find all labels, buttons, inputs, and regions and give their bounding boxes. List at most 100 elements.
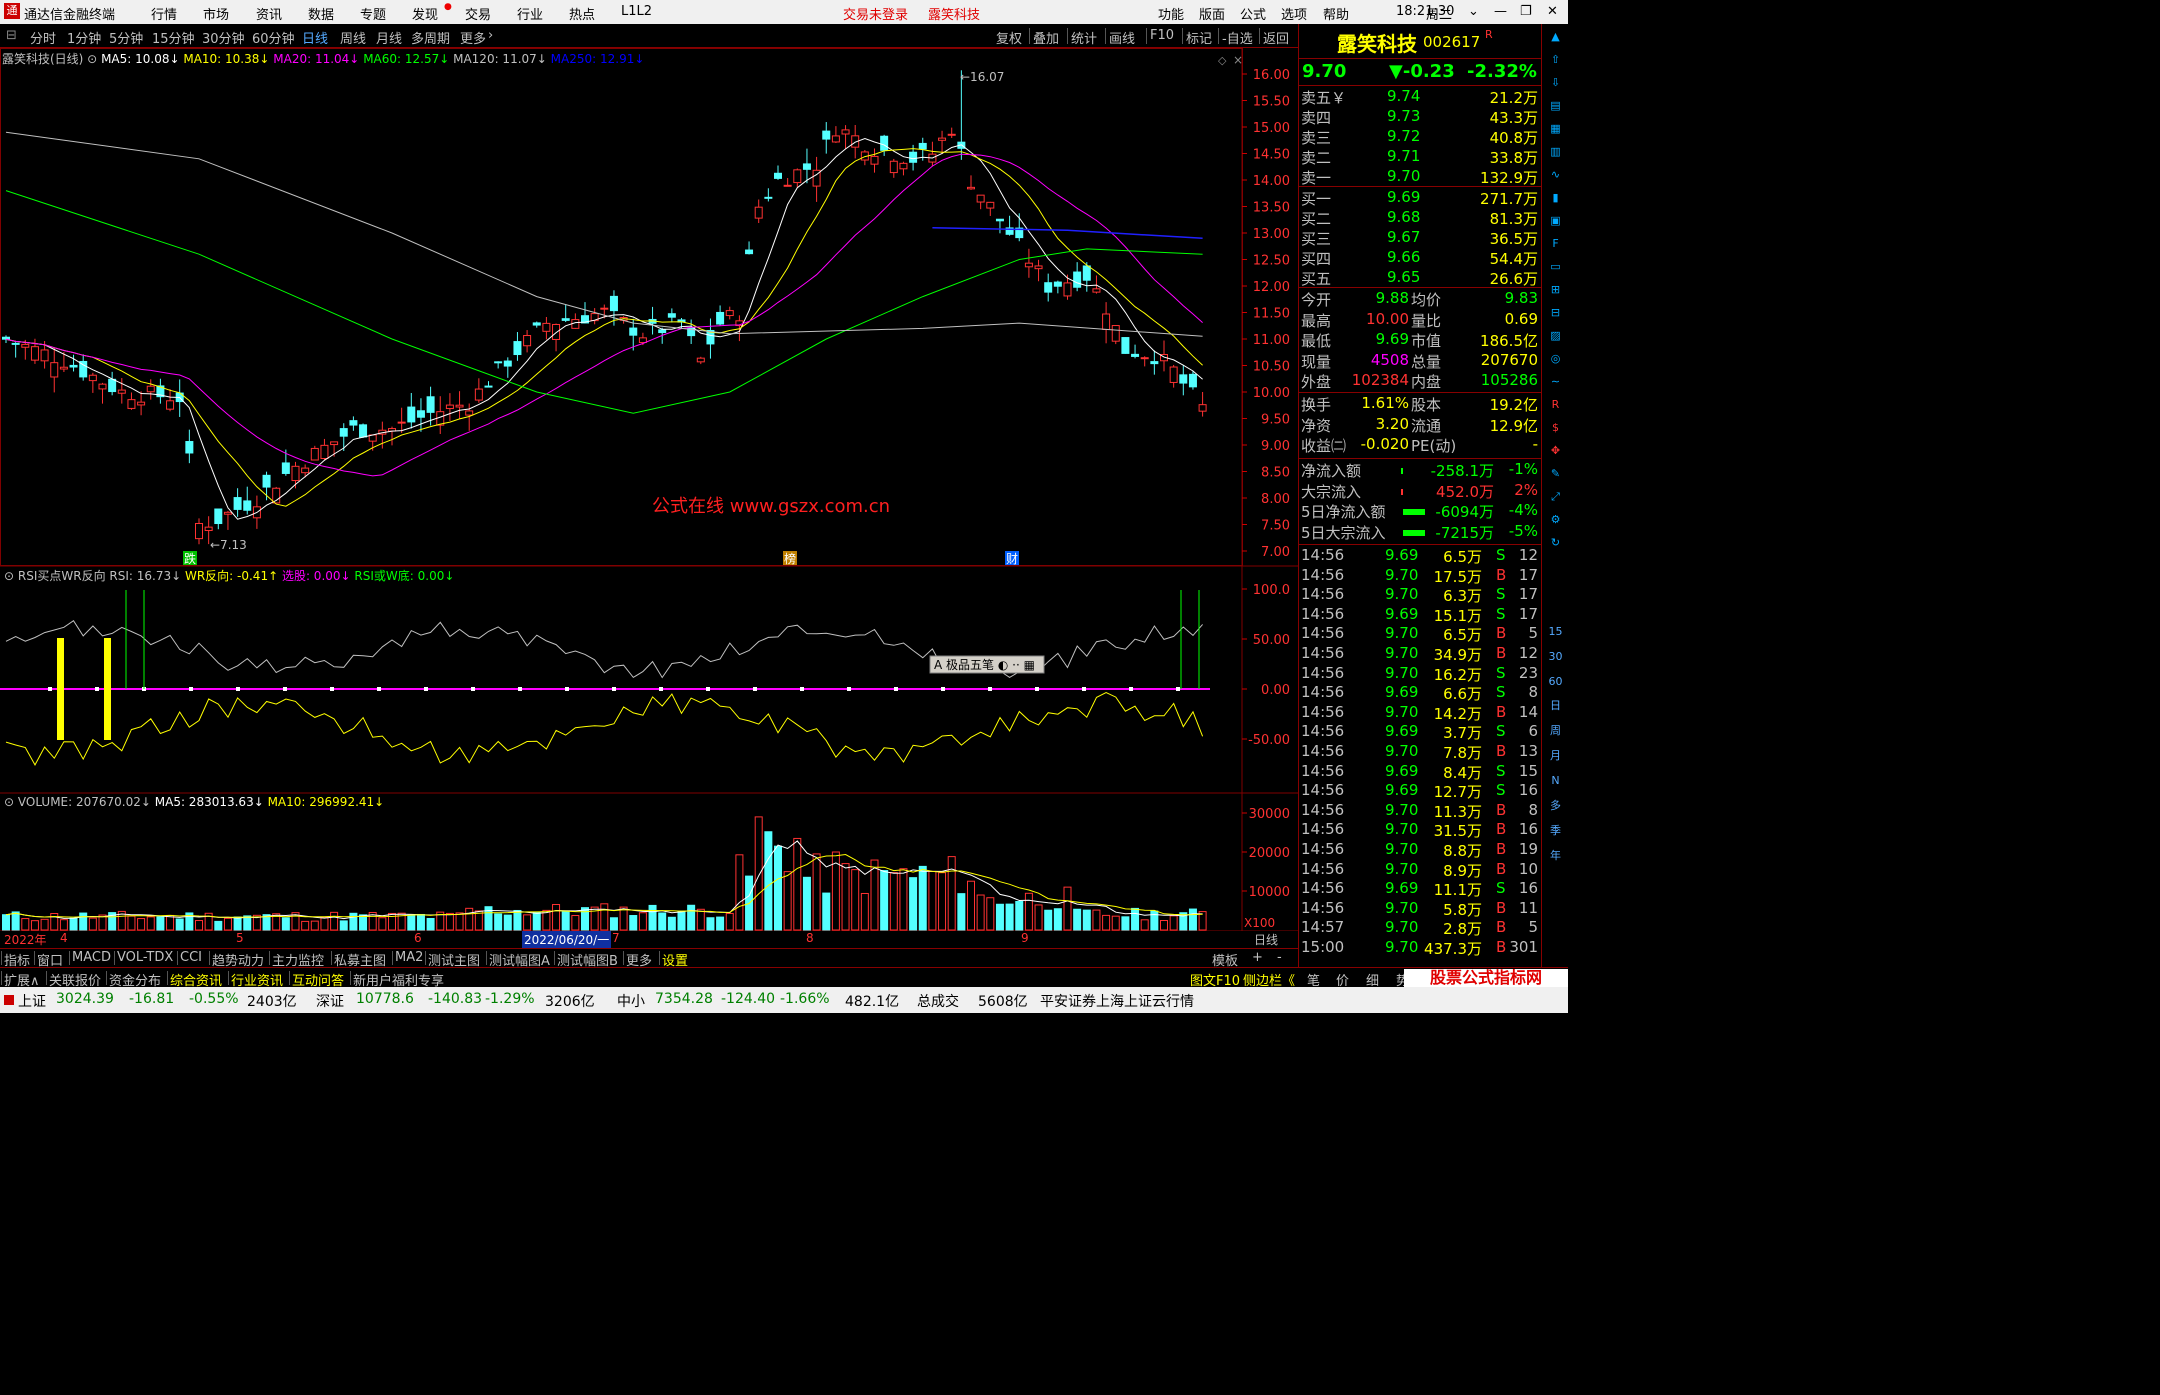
period-10[interactable]: 更多 — [460, 28, 486, 47]
list-icon[interactable]: ▦ — [1546, 119, 1565, 138]
menu-5[interactable]: 发现 — [412, 4, 438, 23]
pen-icon[interactable]: ✎ — [1546, 464, 1565, 483]
period-15-button[interactable]: 15 — [1546, 622, 1565, 641]
diamond-icon[interactable]: ◇ — [1218, 54, 1227, 67]
menu-right-0[interactable]: 功能 — [1158, 4, 1184, 23]
table-icon[interactable]: ▣ — [1546, 211, 1565, 230]
candle-icon[interactable]: ▮ — [1546, 188, 1565, 207]
up-arrow-icon[interactable]: ⇧ — [1546, 50, 1565, 69]
tab-divider — [167, 971, 168, 985]
menu-7[interactable]: 行业 — [517, 4, 543, 23]
window-icon[interactable]: ▭ — [1546, 257, 1565, 276]
chart-area[interactable]: 16.00 15.50 15.00 14.50 14.00 13.50 13.00 12.50… — [0, 48, 1298, 933]
period-5[interactable]: 60分钟 — [252, 28, 295, 47]
refresh-icon[interactable]: ↻ — [1546, 533, 1565, 552]
toolbar-btn-6[interactable]: -自选 — [1222, 28, 1253, 47]
price-tick-label: 13.00 — [1253, 227, 1290, 242]
period-30-button[interactable]: 30 — [1546, 647, 1565, 666]
grid-icon[interactable]: ▥ — [1546, 142, 1565, 161]
volume-bar — [725, 912, 734, 931]
stats-icon[interactable]: ⊟ — [1546, 303, 1565, 322]
trend-icon[interactable]: ∿ — [1546, 165, 1565, 184]
indicator-tab-4[interactable]: CCI — [180, 950, 202, 965]
volume-bar — [1160, 919, 1168, 931]
menu-4[interactable]: 专题 — [360, 4, 386, 23]
f10-icon[interactable]: F — [1546, 234, 1565, 253]
period-7[interactable]: 周线 — [340, 28, 366, 47]
toolbar-btn-3[interactable]: 画线 — [1109, 28, 1135, 47]
menu-right-1[interactable]: 版面 — [1199, 4, 1225, 23]
close-pane-icon[interactable]: × — [1233, 53, 1243, 67]
period-shortcut-6[interactable]: 年 — [1546, 846, 1565, 865]
layers-icon[interactable]: ⊞ — [1546, 280, 1565, 299]
toolbar-btn-7[interactable]: 返回 — [1263, 28, 1289, 47]
gear-icon[interactable]: ⚙ — [1546, 510, 1565, 529]
circle-icon[interactable]: ◎ — [1546, 349, 1565, 368]
period-shortcut-4[interactable]: 多 — [1546, 796, 1565, 815]
tick-volume: 2.8万 — [1443, 920, 1482, 939]
menu-3[interactable]: 数据 — [308, 4, 334, 23]
indicator-tab-8[interactable]: MA2 — [395, 950, 423, 965]
menu-9[interactable]: L1L2 — [621, 4, 652, 19]
period-9[interactable]: 多周期 — [411, 28, 450, 47]
indicator-tab-3[interactable]: VOL-TDX — [117, 950, 173, 965]
toolbar-btn-4[interactable]: F10 — [1150, 28, 1174, 43]
stat-label: PE(动) — [1411, 437, 1457, 455]
period-shortcut-2[interactable]: 月 — [1546, 746, 1565, 765]
menu-0[interactable]: 行情 — [151, 4, 177, 23]
template-btn-2[interactable]: - — [1277, 950, 1282, 965]
period-shortcut-3[interactable]: N — [1546, 771, 1565, 790]
maximize-icon[interactable]: ❐ — [1520, 4, 1532, 19]
close-icon[interactable]: ✕ — [1547, 4, 1558, 19]
toolbar-btn-1[interactable]: 叠加 — [1033, 28, 1059, 47]
toolbar-btn-2[interactable]: 统计 — [1071, 28, 1097, 47]
vol-legend-2: MA10: 296992.41↓ — [268, 795, 385, 809]
toolbar-btn-0[interactable]: 复权 — [996, 28, 1022, 47]
pulse-icon[interactable]: ∼ — [1546, 372, 1565, 391]
menu-right-4[interactable]: 帮助 — [1323, 4, 1349, 23]
period-8[interactable]: 月线 — [376, 28, 402, 47]
indicator-tab-2[interactable]: MACD — [72, 950, 111, 965]
ime-toolbar-label: A 极品五笔 ◐ ·· ▦ — [934, 657, 1035, 672]
minimize-icon[interactable]: ⌄ — [1468, 4, 1479, 19]
bid-volume: 26.6万 — [1489, 270, 1538, 288]
period-0[interactable]: 分时 — [30, 28, 56, 47]
tick-row: 14:56 9.70 6.3万 S 17 — [1299, 585, 1542, 605]
expand-icon[interactable]: ⤢ — [1546, 487, 1565, 506]
menu-right-2[interactable]: 公式 — [1240, 4, 1266, 23]
tick-price: 9.70 — [1385, 624, 1419, 643]
period-shortcut-0[interactable]: 日 — [1546, 696, 1565, 715]
menu-6[interactable]: 交易 — [465, 4, 491, 23]
candle-body — [233, 497, 242, 510]
period-shortcut-1[interactable]: 周 — [1546, 721, 1565, 740]
down-arrow-icon[interactable]: ⇩ — [1546, 73, 1565, 92]
chevron-right-icon[interactable]: › — [488, 28, 493, 43]
period-60-button[interactable]: 60 — [1546, 672, 1565, 691]
event-marker-label: 跌 — [184, 551, 196, 566]
period-4[interactable]: 30分钟 — [202, 28, 245, 47]
menu-2[interactable]: 资讯 — [256, 4, 282, 23]
period-1[interactable]: 1分钟 — [67, 28, 101, 47]
template-btn-1[interactable]: + — [1252, 950, 1263, 965]
split-icon[interactable]: ⊟ — [6, 28, 17, 43]
period-6[interactable]: 日线 — [302, 28, 328, 47]
tab-divider — [106, 971, 107, 985]
period-3[interactable]: 15分钟 — [152, 28, 195, 47]
trade-status[interactable]: 交易未登录 — [843, 4, 908, 23]
period-2[interactable]: 5分钟 — [109, 28, 143, 47]
menu-right-3[interactable]: 选项 — [1281, 4, 1307, 23]
toolbar-btn-5[interactable]: 标记 — [1186, 28, 1212, 47]
period-shortcut-5[interactable]: 季 — [1546, 821, 1565, 840]
dollar-icon[interactable]: $ — [1546, 418, 1565, 437]
volume-bar — [754, 816, 763, 931]
candle-body — [745, 249, 754, 255]
ask-label: 卖三 — [1301, 129, 1332, 147]
move-icon[interactable]: ✥ — [1546, 441, 1565, 460]
up-arrow-icon[interactable]: ▲ — [1546, 27, 1565, 46]
menu-1[interactable]: 市场 — [203, 4, 229, 23]
chart-icon[interactable]: ▨ — [1546, 326, 1565, 345]
rsi-icon[interactable]: R — [1546, 395, 1565, 414]
restore-icon[interactable]: — — [1494, 4, 1507, 19]
bar-chart-icon[interactable]: ▤ — [1546, 96, 1565, 115]
menu-8[interactable]: 热点 — [569, 4, 595, 23]
